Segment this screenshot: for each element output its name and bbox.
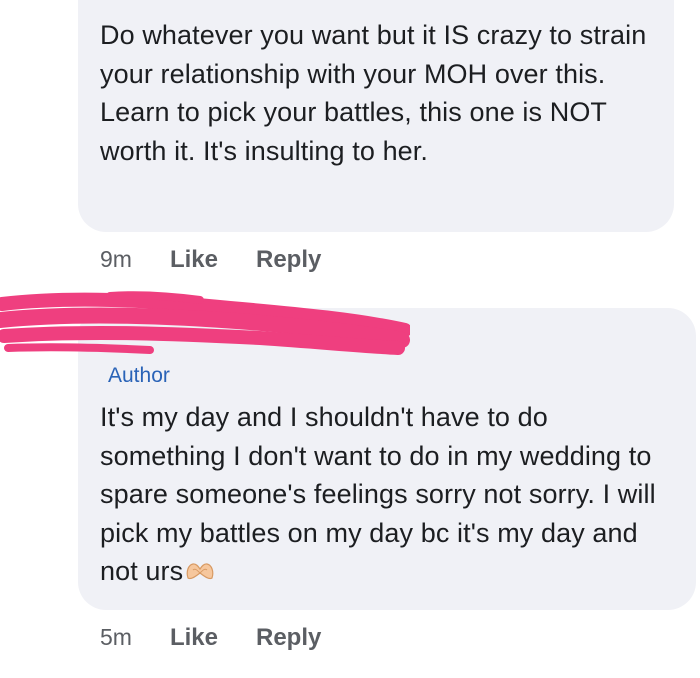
comment-text: Do whatever you want but it IS crazy to … xyxy=(100,20,647,166)
comment-text: It's my day and I shouldn't have to do s… xyxy=(100,398,674,591)
heart-hands-icon xyxy=(186,563,214,580)
reply-button[interactable]: Reply xyxy=(256,246,321,274)
reply-button[interactable]: Reply xyxy=(256,624,321,652)
comment-text-body: It's my day and I shouldn't have to do s… xyxy=(100,402,656,586)
comment-timestamp: 5m xyxy=(100,624,132,650)
comment-bubble: Do whatever you want but it IS crazy to … xyxy=(78,0,674,232)
comment-actions: 9m Like Reply xyxy=(100,246,359,274)
like-button[interactable]: Like xyxy=(170,624,218,652)
like-button[interactable]: Like xyxy=(170,246,218,274)
comment-actions: 5m Like Reply xyxy=(100,624,359,652)
redaction-scribble xyxy=(0,291,410,355)
author-badge: Author xyxy=(108,364,170,387)
comment-timestamp: 9m xyxy=(100,246,132,272)
